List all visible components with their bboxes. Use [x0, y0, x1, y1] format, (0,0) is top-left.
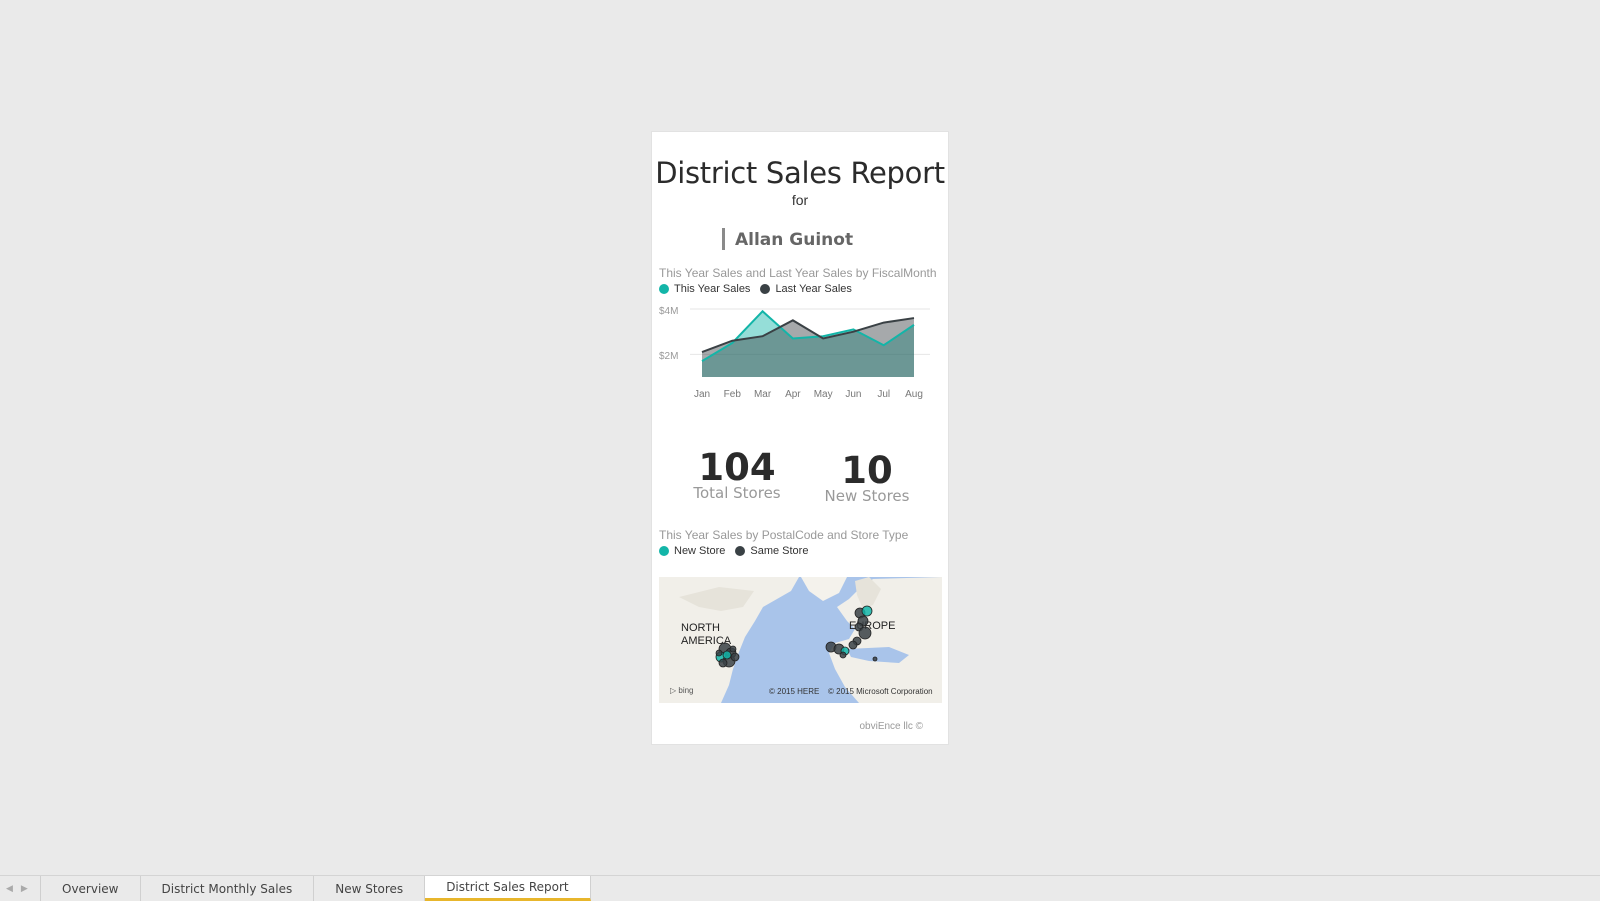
store-map[interactable]: NORTH AMERICA EUROPE ▷ bing © 2015 HERE ©… — [659, 577, 942, 703]
this-year-dot-icon — [659, 284, 669, 294]
x-tick-label: Feb — [724, 389, 742, 400]
x-tick-label: Mar — [754, 389, 772, 400]
legend-label-same-store: Same Store — [750, 545, 809, 557]
map-store-points[interactable] — [659, 577, 942, 703]
store-point[interactable] — [848, 640, 858, 650]
store-point[interactable] — [872, 656, 878, 662]
store-point[interactable] — [722, 650, 732, 660]
store-point[interactable] — [729, 645, 737, 653]
x-tick-label: Aug — [905, 389, 923, 400]
legend-label-this-year: This Year Sales — [674, 283, 751, 295]
line-chart-title: This Year Sales and Last Year Sales by F… — [659, 266, 937, 280]
x-tick-label: Jun — [845, 389, 861, 400]
line-chart-legend: This Year Sales Last Year Sales — [659, 283, 852, 295]
report-title: District Sales Report — [655, 156, 945, 190]
user-name-accent-bar — [722, 228, 725, 250]
x-tick-label: May — [814, 389, 833, 400]
new-store-dot-icon — [659, 546, 669, 556]
legend-item-new-store[interactable]: New Store — [659, 545, 725, 557]
x-tick-label: Jan — [694, 389, 710, 400]
x-tick-label: Apr — [785, 389, 801, 400]
footer-copyright: obviEnce llc © — [859, 721, 923, 732]
kpi-new-stores-value: 10 — [841, 449, 893, 492]
tab-scroll-left-icon[interactable]: ◀ — [6, 883, 13, 894]
same-store-dot-icon — [735, 546, 746, 556]
store-point[interactable] — [861, 605, 873, 617]
report-for-label: for — [791, 192, 809, 208]
tab-overview[interactable]: Overview — [41, 876, 141, 901]
tab-district-monthly-sales[interactable]: District Monthly Sales — [141, 876, 315, 901]
sales-area-chart[interactable]: $4M $2M Jan Feb Mar Apr May Jun Jul Aug — [652, 297, 948, 417]
legend-item-same-store[interactable]: Same Store — [735, 545, 808, 557]
y-tick-4m: $4M — [659, 306, 678, 317]
page-tab-bar: ◀ ▶ Overview District Monthly Sales New … — [0, 875, 1600, 901]
y-tick-2m: $2M — [659, 351, 678, 362]
series-area-last-year[interactable] — [702, 318, 914, 377]
kpi-total-stores-label: Total Stores — [693, 484, 781, 502]
map-credit-here: © 2015 HERE — [769, 687, 820, 696]
store-point[interactable] — [730, 652, 740, 662]
kpi-total-stores-value: 104 — [698, 446, 776, 489]
legend-item-last-year[interactable]: Last Year Sales — [760, 283, 852, 295]
report-card: District Sales Report for Allan Guinot T… — [652, 132, 948, 744]
legend-item-this-year[interactable]: This Year Sales — [659, 283, 750, 295]
map-chart-title: This Year Sales by PostalCode and Store … — [659, 528, 909, 542]
legend-label-new-store: New Store — [674, 545, 726, 557]
tab-district-sales-report[interactable]: District Sales Report — [425, 876, 591, 901]
store-point[interactable] — [715, 649, 723, 657]
user-name: Allan Guinot — [735, 230, 854, 250]
store-point[interactable] — [718, 658, 728, 668]
tab-scroll-right-icon[interactable]: ▶ — [21, 883, 28, 894]
bing-logo: ▷ bing — [670, 686, 694, 695]
tab-new-stores[interactable]: New Stores — [314, 876, 426, 901]
legend-label-last-year: Last Year Sales — [775, 283, 852, 295]
store-point[interactable] — [858, 626, 872, 640]
bing-label: bing — [678, 686, 694, 695]
x-tick-label: Jul — [877, 389, 890, 400]
last-year-dot-icon — [760, 284, 771, 294]
map-credit-microsoft: © 2015 Microsoft Corporation — [828, 687, 933, 696]
kpi-new-stores-label: New Stores — [824, 487, 910, 505]
store-point[interactable] — [839, 651, 847, 659]
map-chart-legend: New Store Same Store — [659, 545, 808, 557]
tab-scroll-controls: ◀ ▶ — [0, 876, 41, 901]
